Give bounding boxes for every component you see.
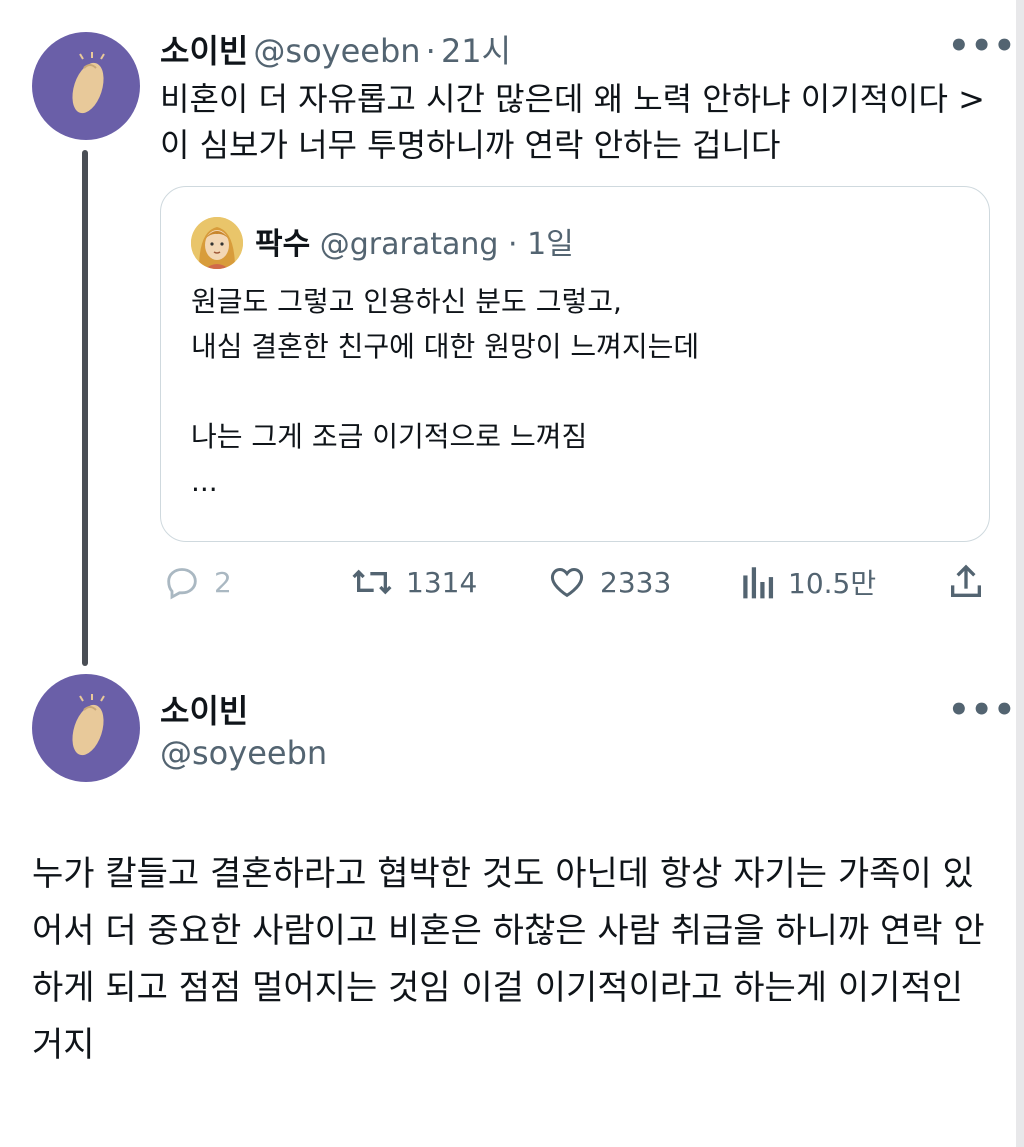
more-options-button[interactable]: ••• [948,26,1016,66]
like-count: 2333 [600,565,672,599]
author-name[interactable]: 소이빈 [160,686,248,732]
views-chart-icon [743,567,774,599]
tweet-time[interactable]: 21시 [441,32,511,70]
tweet-text: 비혼이 더 자유롭고 시간 많은데 왜 노력 안하냐 이기적이다 > 이 심보가… [160,80,985,164]
more-options-button[interactable]: ••• [948,690,1016,730]
thread-line [82,150,88,666]
like-button[interactable]: 2333 [546,562,671,602]
separator-dot: · [425,32,436,70]
reply-count: 2 [214,565,232,599]
scrollbar[interactable] [1016,0,1024,1147]
author-name[interactable]: 소이빈 [160,32,248,70]
avatar-illustration-icon [191,217,243,269]
reply-icon [167,568,197,600]
avatar-graratang [191,217,243,269]
tweet-text: 누가 칼들고 결혼하라고 협박한 것도 아닌데 항상 자기는 가족이 있어서 더… [32,854,985,1065]
quote-author-handle[interactable]: @graratang [320,227,499,262]
retweet-button[interactable]: 1314 [350,562,477,602]
quote-author-name[interactable]: 팍수 [255,227,310,262]
quote-text: 원글도 그렇고 인용하신 분도 그렇고, 내심 결혼한 친구에 대한 원망이 느… [191,285,700,498]
more-horizontal-icon: ••• [948,690,1017,730]
views-button[interactable]: 10.5만 [740,562,876,602]
action-bar: 2 1314 2333 10.5만 [160,562,990,612]
view-count: 10.5만 [788,567,877,600]
tweet-header: 소이빈 @soyeebn · 21시 [160,26,511,72]
quote-time[interactable]: 1일 [527,227,574,262]
avatar-soyeebn[interactable] [32,674,140,782]
reply-button[interactable]: 2 [162,562,232,602]
quote-tweet-card[interactable]: 팍수 @graratang · 1일 원글도 그렇고 인용하신 분도 그렇고, … [160,186,990,542]
avatar-soyeebn[interactable] [32,32,140,140]
separator-dot: · [507,227,518,262]
author-handle[interactable]: @soyeebn [160,734,327,772]
quote-header: 팍수 @graratang · 1일 [255,219,574,263]
share-button[interactable] [946,562,986,602]
share-icon [951,564,981,597]
more-horizontal-icon: ••• [948,26,1017,66]
heart-icon [550,567,584,598]
retweet-icon [352,569,392,595]
author-handle[interactable]: @soyeebn [253,32,420,70]
retweet-count: 1314 [406,565,478,599]
bean-icon [72,52,105,114]
bean-icon [72,694,105,756]
